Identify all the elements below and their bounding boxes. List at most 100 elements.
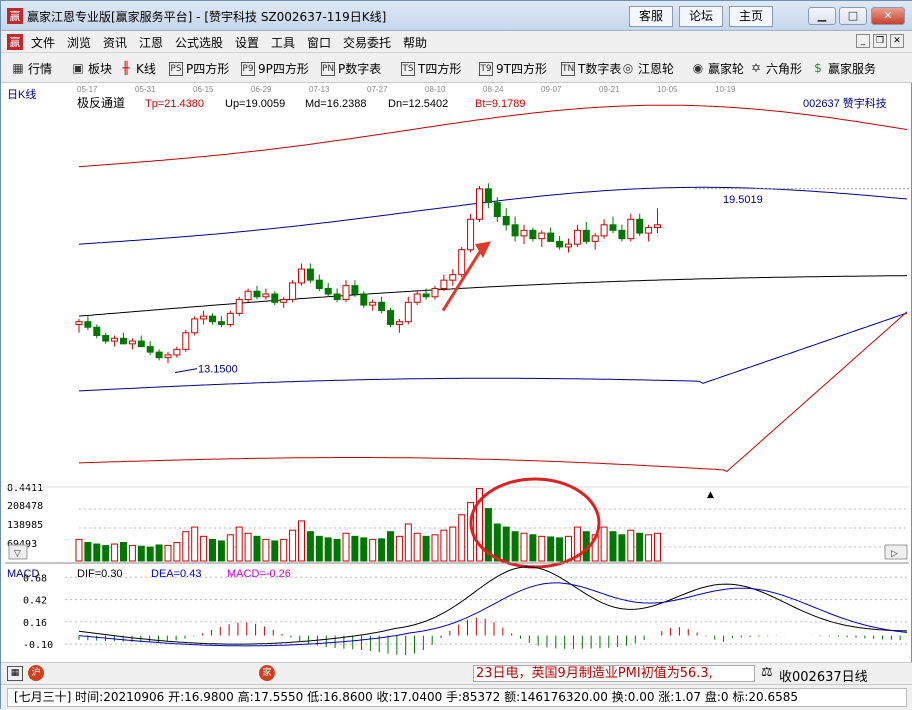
toolbar-ps-button[interactable]: PS P四方形 bbox=[169, 60, 229, 77]
alert-icon[interactable]: 家 bbox=[259, 665, 275, 681]
tn-icon: TN bbox=[561, 61, 575, 76]
toolbar-winner-wheel-button[interactable]: ◉ 赢家轮 bbox=[691, 60, 744, 77]
volume-bar bbox=[636, 532, 644, 562]
toolbar-ts-button[interactable]: TS T四方形 bbox=[401, 60, 461, 77]
candle-body bbox=[449, 274, 457, 281]
volume-axis-label: 208478 bbox=[7, 501, 43, 512]
keyboard-icon[interactable]: ▦ bbox=[7, 666, 23, 681]
candle-body bbox=[164, 354, 172, 359]
menu-news[interactable]: 资讯 bbox=[103, 34, 127, 51]
candle-body bbox=[565, 243, 572, 248]
window-title: 赢家江恩专业版[赢家服务平台] - [赞宇科技 SZ002637-119日K线] bbox=[27, 10, 387, 24]
menu-browse[interactable]: 浏览 bbox=[67, 34, 91, 51]
toolbar-sector-button[interactable]: ▣ 板块 bbox=[71, 60, 112, 77]
menu-formula-select[interactable]: 公式选股 bbox=[175, 34, 223, 51]
volume-bar bbox=[111, 543, 119, 562]
toolbar-candle-button[interactable]: ╫ K线 bbox=[119, 60, 156, 77]
date-tick: 08-24 bbox=[483, 85, 504, 94]
volume-bar bbox=[654, 532, 661, 562]
upper-outer-band bbox=[78, 104, 908, 168]
volume-bar bbox=[253, 535, 261, 562]
toolbar-p9-button[interactable]: P9 9P四方形 bbox=[241, 60, 309, 77]
ts-icon: TS bbox=[401, 61, 415, 76]
toolbar-pn-button[interactable]: PN P数字表 bbox=[321, 60, 381, 77]
toolbar-gann-wheel-button[interactable]: ◎ 江恩轮 bbox=[621, 60, 674, 77]
toolbar-grid-button[interactable]: ▦ 行情 bbox=[11, 60, 52, 77]
quote-info-line: [七月三十] 时间:20210906 开:16.9800 高:17.5550 低… bbox=[7, 688, 907, 707]
news-ticker[interactable]: 23日电，英国9月制造业PMI初值为56.3, bbox=[473, 665, 755, 682]
volume-bar bbox=[102, 545, 110, 562]
toolbar-label: 赢家轮 bbox=[708, 62, 745, 76]
toolbar-label: P数字表 bbox=[338, 62, 382, 76]
candle-body bbox=[209, 315, 216, 323]
toolbar-t9-button[interactable]: T9 9T四方形 bbox=[479, 60, 547, 77]
menu-settings[interactable]: 设置 bbox=[235, 34, 259, 51]
volume-bar bbox=[378, 538, 386, 562]
volume-bar bbox=[440, 529, 448, 562]
candle-body bbox=[413, 293, 421, 303]
child-minimize-button[interactable]: _ bbox=[856, 34, 870, 48]
close-button[interactable]: ✕ bbox=[871, 7, 905, 25]
candle-body bbox=[556, 240, 564, 248]
candle-body bbox=[502, 215, 510, 226]
volume-bar bbox=[369, 538, 377, 562]
candle-body bbox=[244, 290, 252, 301]
menu-window[interactable]: 窗口 bbox=[307, 34, 331, 51]
candle-body bbox=[226, 312, 234, 325]
app-menu-icon[interactable]: 赢 bbox=[7, 34, 23, 50]
menu-file[interactable]: 文件 bbox=[31, 34, 55, 51]
minimize-button[interactable]: ▁ bbox=[808, 7, 836, 25]
candle-body bbox=[137, 340, 145, 348]
volume-axis-label: 138985 bbox=[7, 520, 43, 531]
child-close-button[interactable]: ✕ bbox=[890, 34, 904, 48]
toolbar-label: K线 bbox=[136, 62, 156, 76]
volume-bar bbox=[306, 531, 314, 562]
volume-bar bbox=[191, 526, 199, 562]
volume-bar bbox=[529, 534, 537, 562]
toolbar-dollar-button[interactable]: $ 赢家服务 bbox=[811, 60, 876, 77]
volume-bar bbox=[280, 538, 288, 562]
volume-bar bbox=[627, 529, 635, 562]
home-button[interactable]: 主页 bbox=[729, 6, 773, 27]
kline-chart[interactable]: 日K线 05-17 05-31 06-15 06-29 07-13 07-27 08-10 08… bbox=[5, 85, 909, 661]
candle-body bbox=[582, 229, 590, 242]
forum-button[interactable]: 论坛 bbox=[679, 6, 723, 27]
customer-service-button[interactable]: 客服 bbox=[629, 6, 673, 27]
candle-body bbox=[529, 229, 537, 240]
volume-bar bbox=[538, 535, 546, 562]
volume-bar bbox=[93, 543, 101, 562]
menu-trade[interactable]: 交易委托 bbox=[343, 34, 391, 51]
date-tick: 08-10 bbox=[425, 85, 446, 94]
candle-icon: ╫ bbox=[122, 60, 130, 75]
candle-body bbox=[627, 218, 635, 240]
grid-icon: ▦ bbox=[12, 60, 24, 75]
hexagon-icon: ✡ bbox=[750, 60, 762, 75]
toolbar-hexagon-button[interactable]: ✡ 六角形 bbox=[749, 60, 802, 77]
child-restore-button[interactable]: ❐ bbox=[873, 34, 887, 48]
candle-body bbox=[111, 337, 119, 342]
volume-bar bbox=[645, 534, 653, 562]
toolbar-label: 六角形 bbox=[766, 62, 803, 76]
toolbar-tn-button[interactable]: TN T数字表 bbox=[561, 60, 621, 77]
candle-body bbox=[200, 315, 208, 320]
candle-body bbox=[645, 227, 653, 234]
candle-body bbox=[93, 326, 101, 337]
candle-body bbox=[128, 340, 136, 345]
candle-body bbox=[84, 321, 92, 328]
menu-help[interactable]: 帮助 bbox=[403, 34, 427, 51]
stock-label: 002637 赞宇科技 bbox=[803, 96, 887, 110]
candle-body bbox=[493, 202, 501, 217]
candle-body bbox=[102, 335, 110, 342]
middle-band bbox=[78, 275, 908, 317]
candle-body bbox=[609, 224, 617, 231]
macd-axis-label: 0.68 bbox=[23, 573, 47, 584]
market-status-icon[interactable]: 沪 bbox=[28, 665, 44, 681]
menu-tools[interactable]: 工具 bbox=[271, 34, 295, 51]
volume-bar bbox=[449, 526, 457, 562]
volume-bar bbox=[618, 534, 626, 562]
candle-body bbox=[520, 229, 528, 237]
menu-gann[interactable]: 江恩 bbox=[139, 34, 163, 51]
toolbar-label: 江恩轮 bbox=[638, 62, 675, 76]
candle-body bbox=[120, 337, 127, 345]
maximize-button[interactable]: □ bbox=[839, 7, 867, 25]
